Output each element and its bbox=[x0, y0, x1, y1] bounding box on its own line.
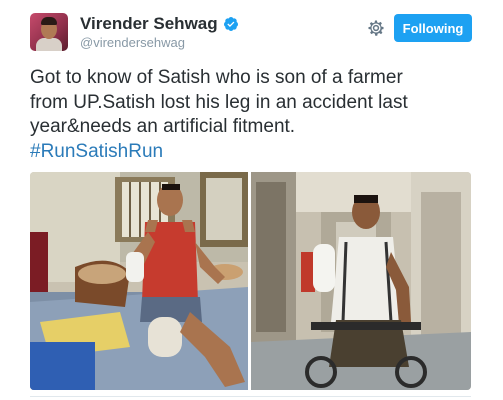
gear-icon[interactable] bbox=[366, 18, 386, 38]
avatar[interactable] bbox=[30, 13, 68, 51]
tweet-text-line: from UP.Satish lost his leg in an accide… bbox=[30, 91, 408, 113]
divider bbox=[30, 396, 471, 397]
name-row[interactable]: Virender Sehwag bbox=[80, 14, 239, 34]
tweet-text-line: year&needs an artificial fitment. bbox=[30, 116, 296, 137]
tweet-text: Got to know of Satish who is son of a fa… bbox=[30, 66, 480, 164]
tweet-header: Virender Sehwag @virendersehwag Followin… bbox=[0, 0, 503, 60]
tweet-card: Virender Sehwag @virendersehwag Followin… bbox=[0, 0, 503, 400]
photo-left[interactable] bbox=[30, 172, 248, 390]
media-grid bbox=[30, 172, 471, 390]
tweet-text-line: Got to know of Satish who is son of a fa… bbox=[30, 67, 403, 88]
hashtag-link[interactable]: #RunSatishRun bbox=[30, 140, 480, 165]
following-button[interactable]: Following bbox=[394, 14, 472, 42]
user-handle[interactable]: @virendersehwag bbox=[80, 35, 185, 50]
display-name[interactable]: Virender Sehwag bbox=[80, 14, 218, 34]
verified-badge-icon bbox=[223, 17, 238, 31]
photo-right[interactable] bbox=[251, 172, 471, 390]
